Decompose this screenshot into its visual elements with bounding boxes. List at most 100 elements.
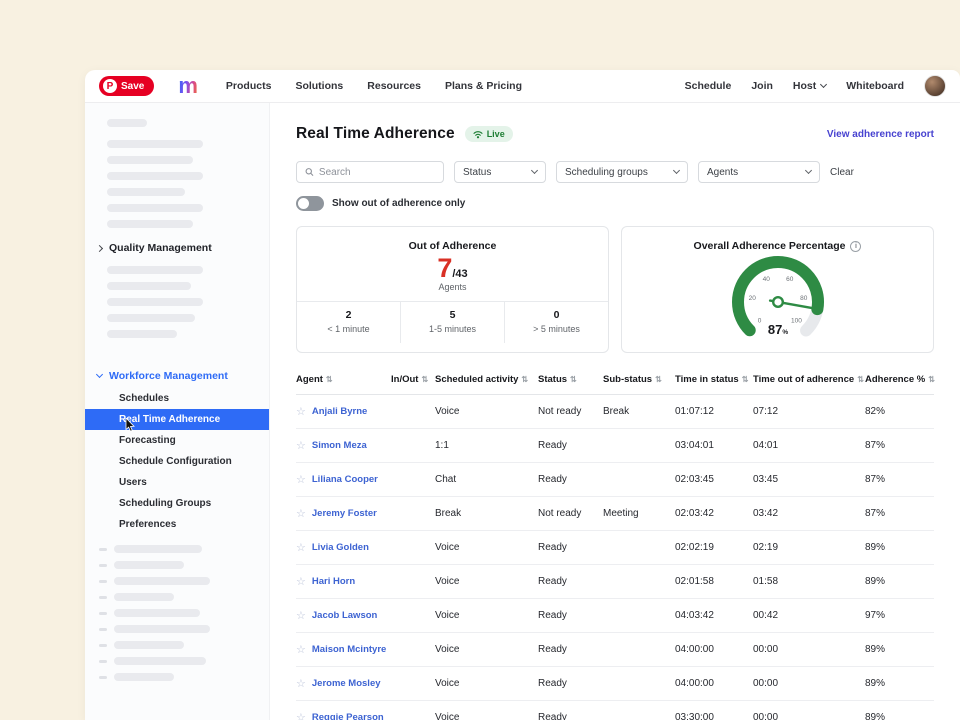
star-icon[interactable]: ☆ <box>296 677 306 690</box>
table-row[interactable]: ☆ Jacob Lawson Voice Ready 04:03:42 00:4… <box>296 599 934 633</box>
column-label: Status <box>538 374 567 385</box>
info-icon[interactable]: i <box>850 241 861 252</box>
sidebar-item-workforce-management[interactable]: Workforce Management <box>85 364 269 388</box>
column-label: In/Out <box>391 374 418 385</box>
skeleton-bar <box>107 330 177 338</box>
agent-name-link[interactable]: Jacob Lawson <box>312 610 377 621</box>
column-header-status[interactable]: Status⇅ <box>538 374 603 385</box>
column-header-adherence-percent[interactable]: Adherence %⇅ <box>865 374 934 385</box>
nav-item-solutions[interactable]: Solutions <box>295 80 343 92</box>
column-header-time-out-of-adherence[interactable]: Time out of adherence⇅ <box>753 374 865 385</box>
nav-item-whiteboard[interactable]: Whiteboard <box>846 80 904 92</box>
save-button-label: Save <box>121 81 144 92</box>
skeleton-bar <box>114 657 206 665</box>
agent-name-link[interactable]: Anjali Byrne <box>312 406 367 417</box>
sort-icon[interactable]: ⇅ <box>742 375 749 384</box>
table-row[interactable]: ☆ Jerome Mosley Voice Ready 04:00:00 00:… <box>296 667 934 701</box>
sidebar-item-forecasting[interactable]: Forecasting <box>85 430 269 451</box>
table-row[interactable]: ☆ Maison Mcintyre Voice Ready 04:00:00 0… <box>296 633 934 667</box>
column-label: Adherence % <box>865 374 925 385</box>
star-icon[interactable]: ☆ <box>296 541 306 554</box>
sort-icon[interactable]: ⇅ <box>421 375 428 384</box>
agent-name-link[interactable]: Jeremy Foster <box>312 508 377 519</box>
status-cell: Ready <box>538 542 603 553</box>
agent-name-link[interactable]: Liliana Cooper <box>312 474 378 485</box>
pinterest-save-button[interactable]: P Save <box>99 76 154 96</box>
time-in-status-cell: 03:30:00 <box>675 712 753 720</box>
sort-icon[interactable]: ⇅ <box>570 375 577 384</box>
main-content: Real Time Adherence Live View adherence … <box>270 103 960 720</box>
table-row[interactable]: ☆ Jeremy Foster Break Not ready Meeting … <box>296 497 934 531</box>
nav-item-join[interactable]: Join <box>751 80 773 92</box>
workforce-management-label: Workforce Management <box>109 370 228 382</box>
out-of-adherence-toggle[interactable] <box>296 196 324 211</box>
scheduling-groups-dropdown[interactable]: Scheduling groups <box>556 161 688 183</box>
top-navbar: P Save m Products Solutions Resources Pl… <box>85 70 960 103</box>
table-row[interactable]: ☆ Simon Meza 1:1 Ready 03:04:01 04:01 87… <box>296 429 934 463</box>
nav-item-plans-pricing[interactable]: Plans & Pricing <box>445 80 522 92</box>
column-header-inout[interactable]: In/Out⇅ <box>391 374 435 385</box>
status-cell: Ready <box>538 440 603 451</box>
star-icon[interactable]: ☆ <box>296 609 306 622</box>
star-icon[interactable]: ☆ <box>296 643 306 656</box>
scheduled-activity-cell: Voice <box>435 542 538 553</box>
skeleton-tick <box>99 676 107 679</box>
view-adherence-report-link[interactable]: View adherence report <box>827 129 934 140</box>
nav-item-products[interactable]: Products <box>226 80 272 92</box>
brand-logo[interactable]: m <box>178 75 198 97</box>
skeleton-bar <box>107 140 203 148</box>
sidebar-item-schedule-configuration[interactable]: Schedule Configuration <box>85 451 269 472</box>
nav-item-host[interactable]: Host <box>793 80 826 92</box>
gauge-needle-hub <box>773 297 783 307</box>
sort-icon[interactable]: ⇅ <box>857 375 864 384</box>
agents-dropdown[interactable]: Agents <box>698 161 820 183</box>
nav-item-resources[interactable]: Resources <box>367 80 421 92</box>
nav-item-schedule[interactable]: Schedule <box>685 80 732 92</box>
skeleton-tick <box>99 596 107 599</box>
search-input[interactable] <box>319 167 435 178</box>
sort-icon[interactable]: ⇅ <box>326 375 333 384</box>
agent-name-link[interactable]: Maison Mcintyre <box>312 644 386 655</box>
bucket-value: 5 <box>401 309 504 321</box>
sidebar-item-scheduling-groups[interactable]: Scheduling Groups <box>85 493 269 514</box>
star-icon[interactable]: ☆ <box>296 405 306 418</box>
agent-name-link[interactable]: Simon Meza <box>312 440 367 451</box>
status-dropdown[interactable]: Status <box>454 161 546 183</box>
star-icon[interactable]: ☆ <box>296 473 306 486</box>
column-header-agent[interactable]: Agent⇅ <box>296 374 391 385</box>
agent-name-link[interactable]: Jerome Mosley <box>312 678 381 689</box>
agent-name-link[interactable]: Hari Horn <box>312 576 355 587</box>
star-icon[interactable]: ☆ <box>296 439 306 452</box>
agent-name-link[interactable]: Reggie Pearson <box>312 712 384 720</box>
time-out-of-adherence-cell: 03:45 <box>753 474 865 485</box>
sidebar-item-users[interactable]: Users <box>85 472 269 493</box>
column-header-scheduled-activity[interactable]: Scheduled activity⇅ <box>435 374 538 385</box>
column-header-sub-status[interactable]: Sub-status⇅ <box>603 374 675 385</box>
out-of-adherence-count: 7 <box>437 253 452 283</box>
skeleton-tick <box>99 564 107 567</box>
table-row[interactable]: ☆ Hari Horn Voice Ready 02:01:58 01:58 8… <box>296 565 934 599</box>
column-header-time-in-status[interactable]: Time in status⇅ <box>675 374 753 385</box>
star-icon[interactable]: ☆ <box>296 711 306 720</box>
sidebar-item-preferences[interactable]: Preferences <box>85 514 269 535</box>
quality-management-label: Quality Management <box>109 242 212 254</box>
clear-filters-link[interactable]: Clear <box>830 167 854 178</box>
sidebar-item-real-time-adherence[interactable]: Real Time Adherence <box>85 409 269 430</box>
star-icon[interactable]: ☆ <box>296 575 306 588</box>
star-icon[interactable]: ☆ <box>296 507 306 520</box>
time-out-of-adherence-cell: 01:58 <box>753 576 865 587</box>
table-row[interactable]: ☆ Liliana Cooper Chat Ready 02:03:45 03:… <box>296 463 934 497</box>
sort-icon[interactable]: ⇅ <box>928 375 935 384</box>
user-avatar[interactable] <box>924 75 946 97</box>
table-row[interactable]: ☆ Anjali Byrne Voice Not ready Break 01:… <box>296 395 934 429</box>
table-row[interactable]: ☆ Reggie Pearson Voice Ready 03:30:00 00… <box>296 701 934 720</box>
sidebar-item-quality-management[interactable]: Quality Management <box>85 236 269 260</box>
skeleton-bar <box>107 220 193 228</box>
agent-name-link[interactable]: Livia Golden <box>312 542 369 553</box>
adherence-percent-cell: 89% <box>865 576 934 587</box>
sort-icon[interactable]: ⇅ <box>521 375 528 384</box>
sub-status-cell: Break <box>603 406 675 417</box>
sidebar-item-schedules[interactable]: Schedules <box>85 388 269 409</box>
sort-icon[interactable]: ⇅ <box>655 375 662 384</box>
table-row[interactable]: ☆ Livia Golden Voice Ready 02:02:19 02:1… <box>296 531 934 565</box>
